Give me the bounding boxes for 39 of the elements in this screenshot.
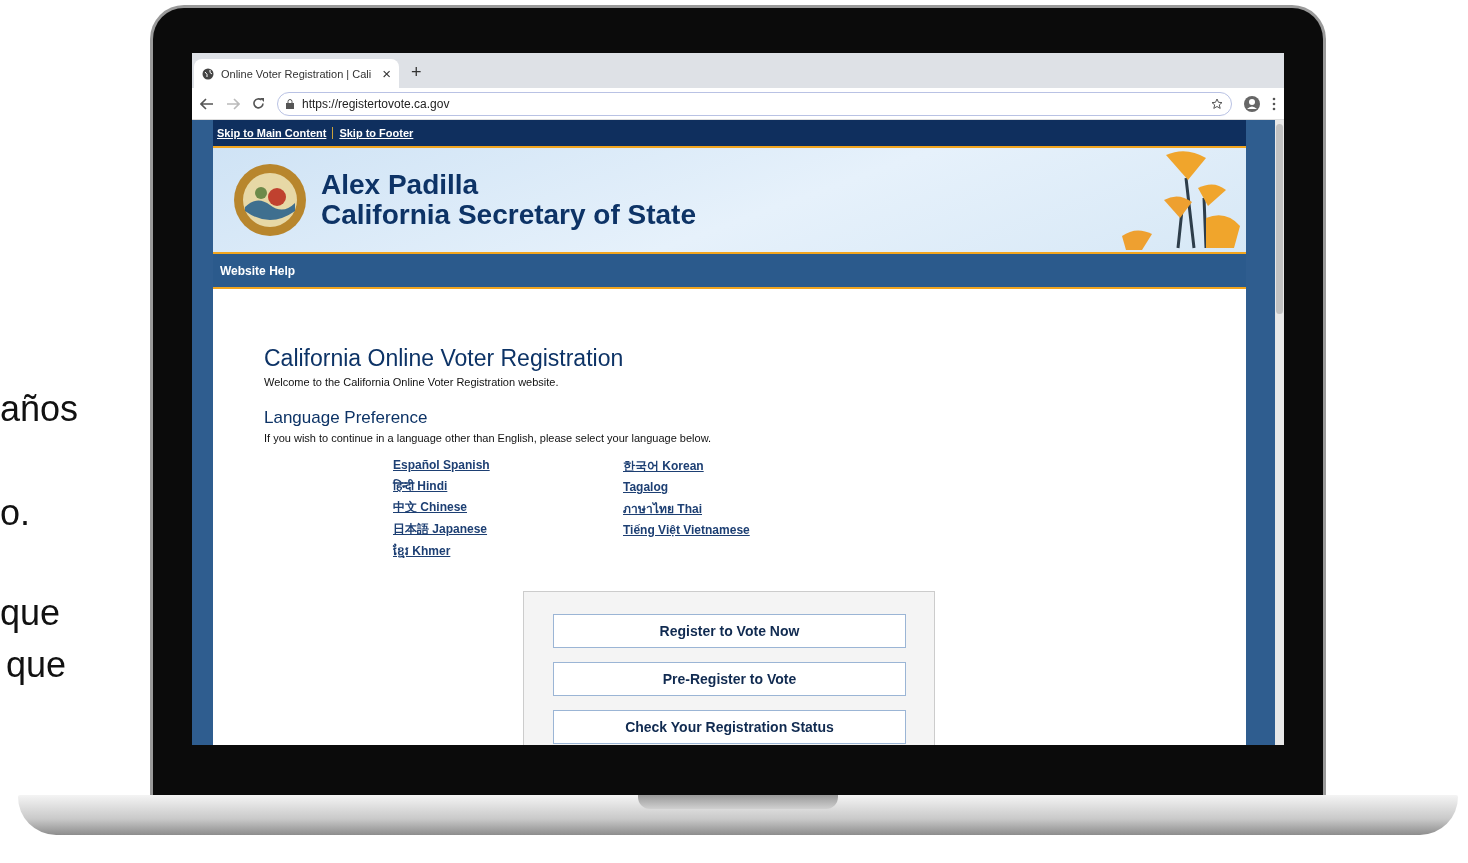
lock-icon <box>286 98 294 109</box>
account-icon[interactable] <box>1244 95 1260 112</box>
page-heading: California Online Voter Registration <box>264 345 625 372</box>
reload-icon[interactable] <box>252 97 265 110</box>
body-text: que <box>6 644 68 686</box>
skip-link[interactable]: Skip to Main Content <box>217 127 327 139</box>
welcome-text: Welcome to the California Online Voter Registration website. <box>264 376 560 388</box>
browser-tab[interactable]: Online Voter Registration | Cali × <box>194 59 399 88</box>
new-tab-button[interactable]: + <box>411 62 422 83</box>
language-link[interactable]: ខ្មែរ Khmer <box>393 543 451 561</box>
body-text: años <box>0 388 80 430</box>
body-text: que <box>0 592 62 634</box>
language-link[interactable]: 日本語 Japanese <box>393 521 488 538</box>
language-link[interactable]: 中文 Chinese <box>393 499 467 516</box>
menu-icon[interactable] <box>1272 96 1276 111</box>
skip-link[interactable]: Skip to Footer <box>339 127 414 139</box>
office-title: California Secretary of State <box>321 200 698 230</box>
state-seal-icon <box>233 163 307 237</box>
section-heading: Language Preference <box>264 408 429 428</box>
tab-title: Online Voter Registration | Cali <box>221 67 373 80</box>
star-icon[interactable] <box>1211 97 1223 110</box>
nav-link[interactable]: Website Help <box>220 263 296 278</box>
language-link[interactable]: Español Spanish <box>393 458 490 472</box>
body-text: o. <box>0 492 32 534</box>
url-text: https://registertovote.ca.gov <box>302 96 451 111</box>
globe-icon <box>202 67 214 80</box>
back-arrow-icon[interactable] <box>200 97 214 110</box>
action-button[interactable]: Check Your Registration Status <box>553 710 906 744</box>
action-button[interactable]: Register to Vote Now <box>553 614 906 648</box>
language-link[interactable]: 한국어 Korean <box>623 458 704 475</box>
language-link[interactable]: Tiếng Việt Vietnamese <box>623 523 750 537</box>
language-link[interactable]: हिन्दी Hindi <box>393 477 448 494</box>
close-icon[interactable]: × <box>382 65 391 82</box>
official-name: Alex Padilla <box>321 170 480 200</box>
language-link[interactable]: ภาษาไทย Thai <box>623 499 702 518</box>
instruction-text: If you wish to continue in a language other than English, please select your language below. <box>264 432 713 444</box>
scrollbar[interactable] <box>1275 120 1284 745</box>
action-button[interactable]: Pre-Register to Vote <box>553 662 906 696</box>
language-link[interactable]: Tagalog <box>623 480 669 494</box>
